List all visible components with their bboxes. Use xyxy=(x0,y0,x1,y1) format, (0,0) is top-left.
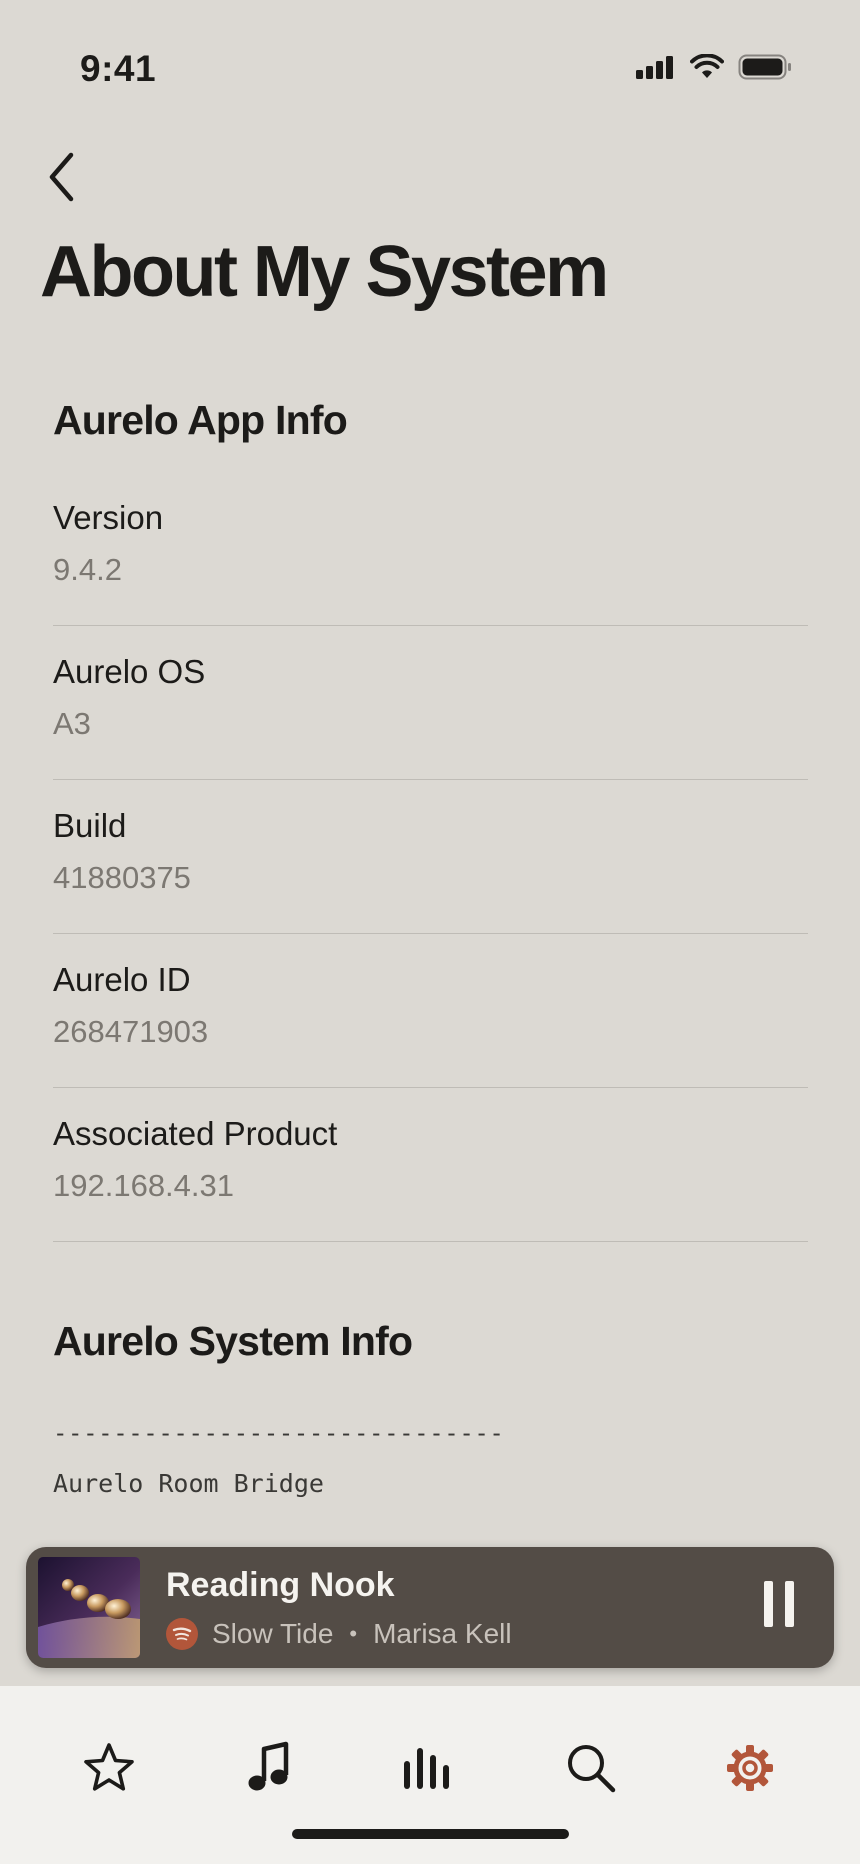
info-row-version: Version 9.4.2 xyxy=(53,498,808,626)
info-label: Build xyxy=(53,807,127,844)
music-note-icon xyxy=(248,1741,289,1791)
album-art xyxy=(38,1557,140,1658)
info-label: Aurelo OS xyxy=(53,653,206,690)
app-info-heading: Aurelo App Info xyxy=(53,397,348,443)
now-playing-room: Reading Nook xyxy=(166,1566,395,1604)
home-indicator[interactable] xyxy=(292,1829,569,1839)
now-playing-track: Slow Tide xyxy=(212,1618,334,1649)
wifi-icon xyxy=(690,54,724,78)
info-value: 192.168.4.31 xyxy=(53,1168,235,1203)
spotify-icon xyxy=(166,1618,198,1650)
tab-favorites[interactable] xyxy=(79,1738,139,1798)
back-button[interactable] xyxy=(36,146,88,208)
tab-settings[interactable] xyxy=(720,1738,780,1798)
now-playing-separator: • xyxy=(349,1621,358,1646)
info-row-build: Build 41880375 xyxy=(53,780,808,934)
status-bar: 9:41 xyxy=(0,0,860,130)
system-info-heading: Aurelo System Info xyxy=(53,1318,413,1364)
now-playing-bar[interactable]: Reading Nook Slow Tide • Marisa Kell xyxy=(26,1547,834,1668)
rooms-bars-icon xyxy=(404,1748,449,1789)
info-row-associated-product: Associated Product 192.168.4.31 xyxy=(53,1088,808,1242)
info-label: Aurelo ID xyxy=(53,961,191,998)
now-playing-artist: Marisa Kell xyxy=(373,1618,512,1649)
tab-bar xyxy=(0,1686,860,1864)
battery-icon xyxy=(738,54,791,80)
pause-button[interactable] xyxy=(764,1581,794,1631)
info-row-os: Aurelo OS A3 xyxy=(53,626,808,780)
status-icons xyxy=(636,54,792,80)
tab-search[interactable] xyxy=(561,1738,621,1798)
chevron-left-icon xyxy=(49,152,74,202)
star-icon xyxy=(84,1743,134,1791)
system-info-divider: ------------------------------ xyxy=(53,1419,505,1447)
settings-content[interactable]: Aurelo App Info Version 9.4.2 Aurelo OS … xyxy=(53,400,808,1499)
tab-music[interactable] xyxy=(240,1738,300,1798)
status-time: 9:41 xyxy=(80,48,157,89)
pause-icon-bar-right xyxy=(785,1581,794,1627)
info-value: 41880375 xyxy=(53,860,191,895)
info-row-id: Aurelo ID 268471903 xyxy=(53,934,808,1088)
info-label: Associated Product xyxy=(53,1115,338,1152)
cellular-signal-icon xyxy=(636,56,673,79)
info-label: Version xyxy=(53,499,164,536)
info-value: 9.4.2 xyxy=(53,552,122,587)
info-value: 268471903 xyxy=(53,1014,209,1049)
info-value: A3 xyxy=(53,706,91,741)
now-playing-subtitle: Slow Tide • Marisa Kell xyxy=(166,1617,512,1651)
system-info-line: Aurelo Room Bridge xyxy=(53,1469,324,1498)
tab-rooms[interactable] xyxy=(397,1738,457,1798)
page-title: About My System xyxy=(40,232,609,312)
gear-icon xyxy=(727,1745,773,1791)
pause-icon-bar-left xyxy=(764,1581,773,1627)
search-icon xyxy=(568,1745,616,1793)
app-info-list: Version 9.4.2 Aurelo OS A3 Build 4188037… xyxy=(53,498,808,1242)
